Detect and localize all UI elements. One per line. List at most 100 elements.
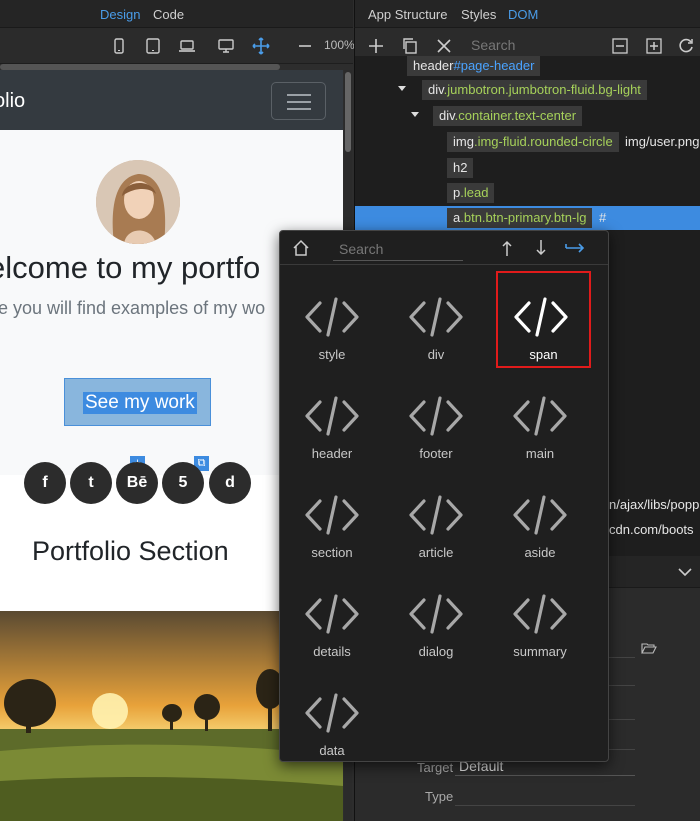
insert-item-dialog[interactable]: dialog bbox=[384, 570, 488, 668]
tree-node-img[interactable]: img.img-fluid.rounded-circle bbox=[447, 132, 619, 152]
code-tag-icon bbox=[513, 495, 567, 535]
tab-app-structure[interactable]: App Structure bbox=[368, 7, 448, 22]
type-field[interactable] bbox=[455, 782, 635, 806]
code-tag-icon bbox=[409, 495, 463, 535]
insert-item-label: header bbox=[311, 446, 353, 461]
insert-item-article[interactable]: article bbox=[384, 471, 488, 569]
insert-item-label: details bbox=[313, 644, 351, 659]
folder-open-icon[interactable] bbox=[641, 642, 657, 654]
tree-node-header[interactable]: header#page-header bbox=[407, 56, 541, 76]
insert-item-label: summary bbox=[513, 644, 567, 659]
target-label: Target bbox=[417, 760, 454, 775]
insert-item-header[interactable]: header bbox=[280, 372, 384, 470]
tree-node-h2[interactable]: h2 bbox=[447, 158, 474, 178]
insert-item-data[interactable]: data bbox=[280, 669, 384, 767]
insert-item-aside[interactable]: aside bbox=[488, 471, 592, 569]
insert-item-label: div bbox=[427, 347, 445, 362]
code-tag-icon bbox=[514, 297, 568, 337]
behance-icon[interactable]: Bē bbox=[116, 462, 158, 504]
tab-code[interactable]: Code bbox=[153, 7, 184, 22]
tree-node-p[interactable]: p.lead bbox=[447, 183, 495, 203]
insert-item-label: article bbox=[418, 545, 454, 560]
type-label: Type bbox=[425, 789, 454, 804]
view-tabs-bar: Design Code bbox=[0, 0, 353, 28]
zoom-level[interactable]: 100% bbox=[324, 38, 355, 52]
insert-item-style[interactable]: style bbox=[280, 273, 384, 371]
tree-node-jumbotron[interactable]: div.jumbotron.jumbotron-fluid.bg-light bbox=[422, 80, 647, 100]
insert-item-label: span bbox=[529, 347, 558, 362]
code-tag-icon bbox=[305, 693, 359, 733]
twitter-icon[interactable]: t bbox=[70, 462, 112, 504]
tab-dom[interactable]: DOM bbox=[508, 7, 538, 22]
insert-after-icon[interactable] bbox=[532, 238, 550, 258]
insert-item-label: footer bbox=[419, 446, 453, 461]
insert-item-label: data bbox=[319, 743, 345, 758]
desktop-icon[interactable] bbox=[217, 37, 235, 55]
selected-button[interactable]: See my work bbox=[64, 378, 211, 426]
popup-header: Search bbox=[280, 231, 608, 265]
avatar[interactable] bbox=[96, 160, 180, 244]
laptop-icon[interactable] bbox=[178, 37, 196, 55]
device-toolbar: 100% bbox=[0, 28, 355, 64]
phone-icon[interactable] bbox=[110, 37, 128, 55]
insert-item-main[interactable]: main bbox=[488, 372, 592, 470]
insert-inside-icon[interactable] bbox=[564, 240, 586, 256]
dom-search-input[interactable]: Search bbox=[465, 35, 577, 57]
code-tag-icon bbox=[409, 297, 463, 337]
insert-item-label: main bbox=[525, 446, 555, 461]
img-src-text: img/user.png bbox=[625, 134, 700, 149]
zoom-out-icon[interactable] bbox=[296, 37, 314, 55]
close-icon[interactable] bbox=[435, 37, 453, 55]
insert-item-span[interactable]: span bbox=[496, 271, 591, 368]
insert-item-label: section bbox=[311, 545, 353, 560]
code-tag-icon bbox=[513, 396, 567, 436]
script-url-2[interactable]: cdn.com/boots bbox=[609, 522, 694, 537]
code-tag-icon bbox=[305, 297, 359, 337]
panel-tabs-bar: App Structure Styles DOM bbox=[354, 0, 700, 28]
insert-item-footer[interactable]: footer bbox=[384, 372, 488, 470]
tree-node-a[interactable]: a.btn.btn-primary.btn-lg bbox=[447, 208, 593, 228]
tab-design[interactable]: Design bbox=[100, 7, 140, 22]
code-tag-icon bbox=[409, 594, 463, 634]
section-title[interactable]: Portfolio Section bbox=[32, 536, 229, 567]
app-window: Design Code 100% olio bbox=[0, 0, 700, 821]
insert-item-label: dialog bbox=[418, 644, 454, 659]
facebook-icon[interactable]: f bbox=[24, 462, 66, 504]
hero-heading[interactable]: elcome to my portfo bbox=[0, 250, 260, 286]
chevron-down-icon[interactable] bbox=[677, 566, 693, 578]
code-tag-icon bbox=[409, 396, 463, 436]
copy-icon[interactable] bbox=[401, 37, 419, 55]
insert-before-icon[interactable] bbox=[498, 238, 516, 258]
insert-item-summary[interactable]: summary bbox=[488, 570, 592, 668]
tablet-icon[interactable] bbox=[144, 37, 162, 55]
code-tag-icon bbox=[513, 594, 567, 634]
tab-styles[interactable]: Styles bbox=[461, 7, 496, 22]
responsive-move-icon[interactable] bbox=[252, 37, 270, 55]
preview-navbar[interactable]: olio bbox=[0, 70, 343, 130]
insert-item-label: style bbox=[318, 347, 346, 362]
add-icon[interactable] bbox=[367, 37, 385, 55]
insert-item-div[interactable]: div bbox=[384, 273, 488, 371]
popup-search-input[interactable]: Search bbox=[333, 239, 463, 261]
expand-icon[interactable] bbox=[645, 37, 663, 55]
dribbble-icon[interactable]: d bbox=[209, 462, 251, 504]
code-tag-icon bbox=[305, 594, 359, 634]
script-url-1[interactable]: n/ajax/libs/popp bbox=[609, 497, 699, 512]
hero-lead[interactable]: re you will find examples of my wo bbox=[0, 298, 265, 319]
button-text[interactable]: See my work bbox=[83, 392, 197, 414]
navbar-brand[interactable]: olio bbox=[0, 90, 25, 113]
collapse-icon[interactable] bbox=[611, 37, 629, 55]
insert-item-section[interactable]: section bbox=[280, 471, 384, 569]
code-tag-icon bbox=[305, 396, 359, 436]
tree-node-container[interactable]: div.container.text-center bbox=[433, 106, 583, 126]
expand-arrow-icon[interactable] bbox=[411, 112, 419, 117]
html5-icon[interactable]: 5 bbox=[162, 462, 204, 504]
navbar-toggler[interactable] bbox=[271, 82, 326, 120]
expand-arrow-icon[interactable] bbox=[398, 86, 406, 91]
insert-element-popup: Search style div span header footer main secti… bbox=[279, 230, 609, 762]
home-icon[interactable] bbox=[292, 239, 310, 257]
insert-item-details[interactable]: details bbox=[280, 570, 384, 668]
code-tag-icon bbox=[305, 495, 359, 535]
refresh-icon[interactable] bbox=[677, 37, 695, 55]
href-text: # bbox=[599, 210, 607, 225]
